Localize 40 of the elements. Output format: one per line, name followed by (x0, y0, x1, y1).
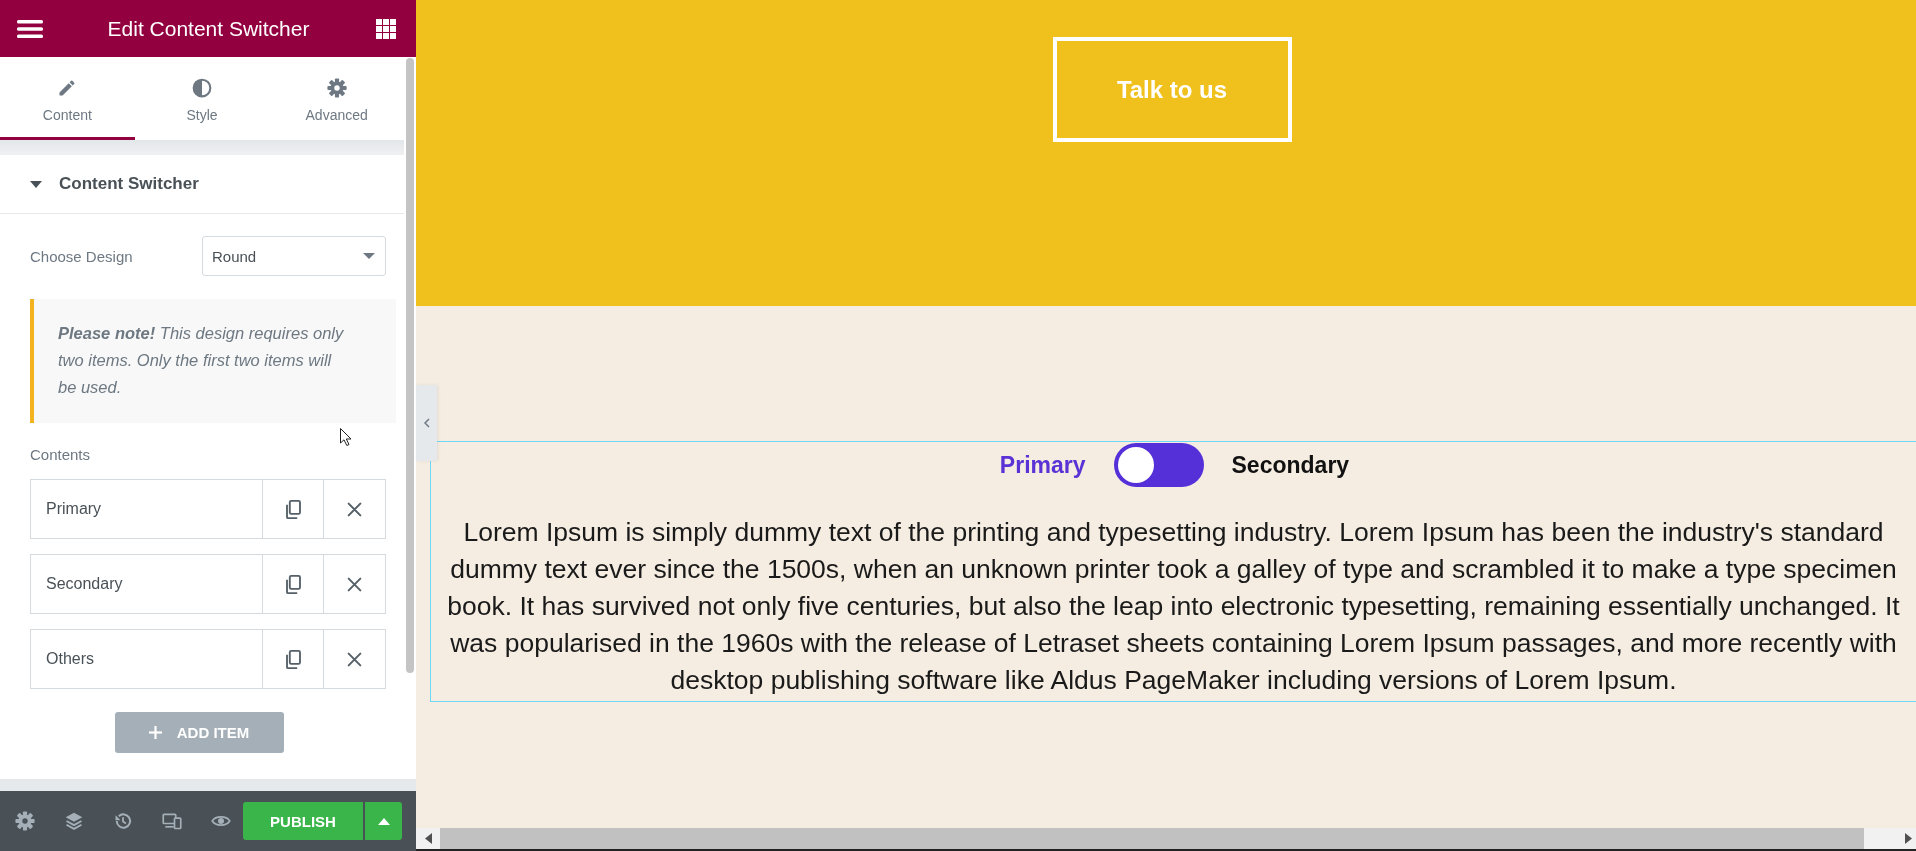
panel-tab[interactable]: Style (134, 57, 270, 140)
publish-options-button[interactable] (365, 802, 402, 840)
panel-title: Edit Content Switcher (107, 16, 310, 41)
caret-up-icon (377, 817, 390, 825)
caret-icon (363, 253, 375, 259)
grid-icon[interactable] (376, 18, 396, 39)
section-header[interactable]: Content Switcher (0, 155, 404, 214)
toggle-switch[interactable] (1113, 443, 1204, 487)
contents-label: Contents (30, 446, 91, 464)
switch-label[interactable]: Primary (999, 451, 1086, 479)
menu-icon[interactable] (17, 19, 43, 38)
switch-label[interactable]: Secondary (1231, 451, 1350, 479)
panel-tab[interactable]: Advanced (269, 57, 404, 140)
scrollbar-thumb[interactable] (406, 58, 414, 673)
plus-icon (148, 726, 162, 739)
copy-icon (284, 649, 302, 669)
section-title: Content Switcher (59, 174, 199, 194)
copy-icon (284, 499, 302, 519)
note-text: Please note! This design requires only two items. Only the first two items will be used. (30, 299, 396, 423)
copy-icon (284, 574, 302, 594)
item-title[interactable]: Secondary (31, 555, 262, 613)
field-label: Choose Design (30, 247, 133, 265)
chevron-left-icon (423, 418, 430, 428)
item-title[interactable]: Others (31, 630, 262, 688)
contrast-icon (192, 77, 212, 98)
scroll-right-icon[interactable] (1905, 833, 1912, 844)
body-text: Lorem Ipsum is simply dummy text of the printing and typesetting industry. Lorem Ipsum has been the industry's standard dummy text ever since the 1500s, when an unknown printer took a galley of type and scrambled it to make a type specimen book. It has survived not only five centuries, but also the leap into electronic typesetting, remaining essentially unchanged. It was popularised in the 1960s with the release of Letraset sheets containing Lorem Ipsum passages, and more recently with desktop publishing software like Aldus PageMaker including versions of Lorem Ipsum. (446, 516, 1901, 697)
settings-icon[interactable] (14, 811, 35, 831)
design-select[interactable]: Round (202, 236, 386, 276)
responsive-icon[interactable] (161, 811, 182, 831)
item-title[interactable]: Primary (31, 480, 262, 538)
close-icon (347, 501, 362, 517)
collapse-handle[interactable] (416, 385, 437, 461)
gear-icon (326, 77, 347, 98)
close-icon (347, 651, 362, 667)
scrollbar-thumb[interactable] (440, 828, 1864, 849)
layers-icon[interactable] (63, 811, 84, 831)
close-icon (347, 576, 362, 592)
scroll-left-icon[interactable] (424, 833, 432, 844)
cursor-icon (340, 428, 352, 446)
